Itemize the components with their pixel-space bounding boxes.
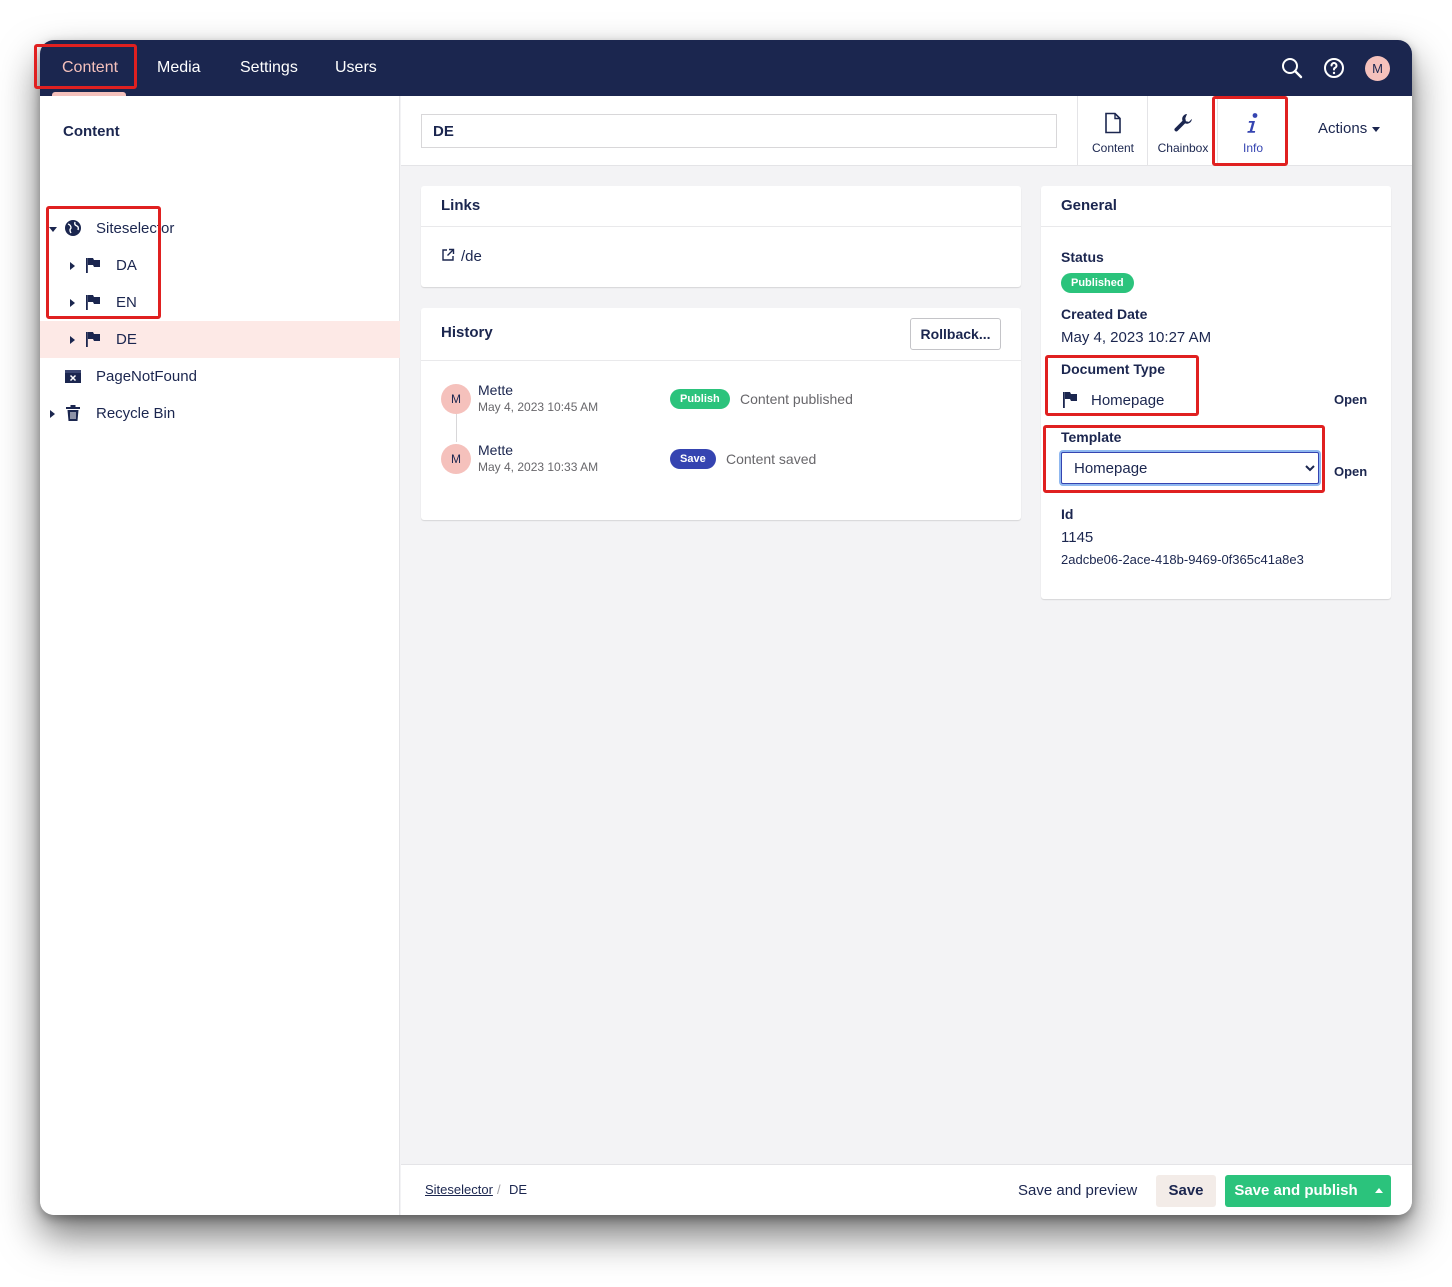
breadcrumb-siteselector[interactable]: Siteselector — [425, 1182, 493, 1197]
tree-item-siteselector[interactable]: Siteselector — [40, 210, 400, 247]
history-date: May 4, 2023 10:45 AM — [478, 400, 599, 414]
id-value: 1145 — [1061, 529, 1094, 546]
guid-value: 2adcbe06-2ace-418b-9469-0f365c41a8e3 — [1061, 552, 1304, 567]
created-date-label: Created Date — [1061, 306, 1148, 322]
history-user: Mette — [478, 442, 514, 458]
search-icon[interactable] — [1280, 56, 1304, 80]
tree-item-de[interactable]: DE — [40, 321, 400, 358]
history-card: History Rollback... M Mette May 4, 2023 … — [421, 308, 1021, 520]
tab-info[interactable]: Info — [1217, 96, 1287, 166]
nav-item-media[interactable]: Media — [157, 40, 201, 96]
caret-down-icon[interactable] — [49, 227, 57, 232]
general-title: General — [1061, 197, 1117, 214]
save-and-preview-button[interactable]: Save and preview — [1004, 1175, 1151, 1207]
tree-item-recycle-bin[interactable]: Recycle Bin — [40, 395, 400, 432]
nav-item-settings[interactable]: Settings — [240, 40, 298, 96]
save-and-publish-button[interactable]: Save and publish — [1225, 1175, 1367, 1207]
rollback-button[interactable]: Rollback... — [910, 318, 1001, 350]
nav-item-content[interactable]: Content — [62, 40, 118, 96]
flag-icon — [86, 258, 100, 273]
actions-label: Actions — [1318, 120, 1368, 137]
id-label: Id — [1061, 506, 1074, 522]
node-url-link[interactable]: /de — [461, 248, 482, 265]
divider — [421, 360, 1021, 361]
tab-content[interactable]: Content — [1077, 96, 1147, 166]
flag-icon — [1063, 392, 1077, 408]
history-date: May 4, 2023 10:33 AM — [478, 460, 599, 474]
avatar: M — [441, 384, 471, 414]
tree-label: EN — [116, 294, 137, 311]
tree-label: PageNotFound — [96, 368, 197, 385]
tab-label: Content — [1091, 141, 1135, 155]
caret-down-icon — [1372, 126, 1381, 132]
tree-item-en[interactable]: EN — [40, 284, 400, 321]
editor-footer: Siteselector / DE Save and preview Save … — [401, 1164, 1412, 1215]
template-select[interactable]: Homepage — [1061, 452, 1319, 484]
divider — [421, 226, 1021, 227]
editor-header: Content Chainbox Info Actions — [401, 96, 1412, 166]
wrench-icon — [1174, 114, 1192, 132]
tree-label: DA — [116, 257, 137, 274]
history-text: Content saved — [726, 451, 817, 467]
history-text: Content published — [740, 391, 853, 407]
avatar: M — [441, 444, 471, 474]
help-icon[interactable] — [1322, 56, 1346, 80]
nav-item-users[interactable]: Users — [335, 40, 377, 96]
content-tree-sidebar: Content Siteselector DA EN DE PageNotFou… — [40, 96, 400, 1215]
open-template-link[interactable]: Open — [1334, 464, 1367, 479]
caret-right-icon[interactable] — [50, 410, 55, 418]
history-title: History — [441, 324, 493, 341]
tab-label: Chainbox — [1157, 141, 1209, 155]
app-window: Content Media Settings Users M Content S… — [40, 40, 1412, 1215]
page-not-found-icon — [65, 370, 81, 383]
publish-options-caret-icon[interactable] — [1367, 1175, 1391, 1207]
tree-label: DE — [116, 331, 137, 348]
tree-item-da[interactable]: DA — [40, 247, 400, 284]
links-card: Links /de — [421, 186, 1021, 287]
globe-icon — [65, 220, 81, 236]
tab-label: Info — [1242, 141, 1263, 155]
breadcrumb-current: DE — [509, 1182, 528, 1197]
open-document-type-link[interactable]: Open — [1334, 392, 1367, 407]
tree-label: Recycle Bin — [96, 405, 176, 422]
actions-dropdown[interactable]: Actions — [1318, 120, 1381, 137]
history-timeline-line — [456, 412, 457, 442]
info-icon — [1247, 113, 1258, 133]
trash-icon — [66, 405, 80, 421]
divider — [1041, 226, 1391, 227]
user-avatar[interactable]: M — [1365, 56, 1390, 81]
flag-icon — [86, 332, 100, 347]
status-badge: Published — [1061, 273, 1134, 293]
tab-chainbox[interactable]: Chainbox — [1147, 96, 1217, 166]
document-icon — [1105, 112, 1121, 134]
general-card: General Status Published Created Date Ma… — [1041, 186, 1391, 599]
caret-right-icon[interactable] — [70, 262, 75, 270]
top-navigation: Content Media Settings Users M — [40, 40, 1412, 96]
links-title: Links — [441, 197, 481, 214]
template-label: Template — [1061, 429, 1122, 445]
tree-item-pagenotfound[interactable]: PageNotFound — [40, 358, 400, 395]
status-label: Status — [1061, 249, 1104, 265]
external-link-icon — [442, 248, 455, 261]
sidebar-title: Content — [63, 123, 120, 140]
flag-icon — [86, 295, 100, 310]
node-name-input[interactable] — [421, 114, 1057, 148]
history-user: Mette — [478, 382, 514, 398]
tree-label: Siteselector — [96, 220, 175, 237]
document-type-value: Homepage — [1091, 392, 1165, 409]
caret-right-icon[interactable] — [70, 299, 75, 307]
save-button[interactable]: Save — [1156, 1175, 1216, 1207]
breadcrumb-separator: / — [497, 1182, 501, 1197]
history-badge-publish: Publish — [670, 389, 730, 409]
caret-right-icon[interactable] — [70, 336, 75, 344]
created-date-value: May 4, 2023 10:27 AM — [1061, 329, 1212, 346]
history-badge-save: Save — [670, 449, 716, 469]
document-type-label: Document Type — [1061, 361, 1165, 377]
